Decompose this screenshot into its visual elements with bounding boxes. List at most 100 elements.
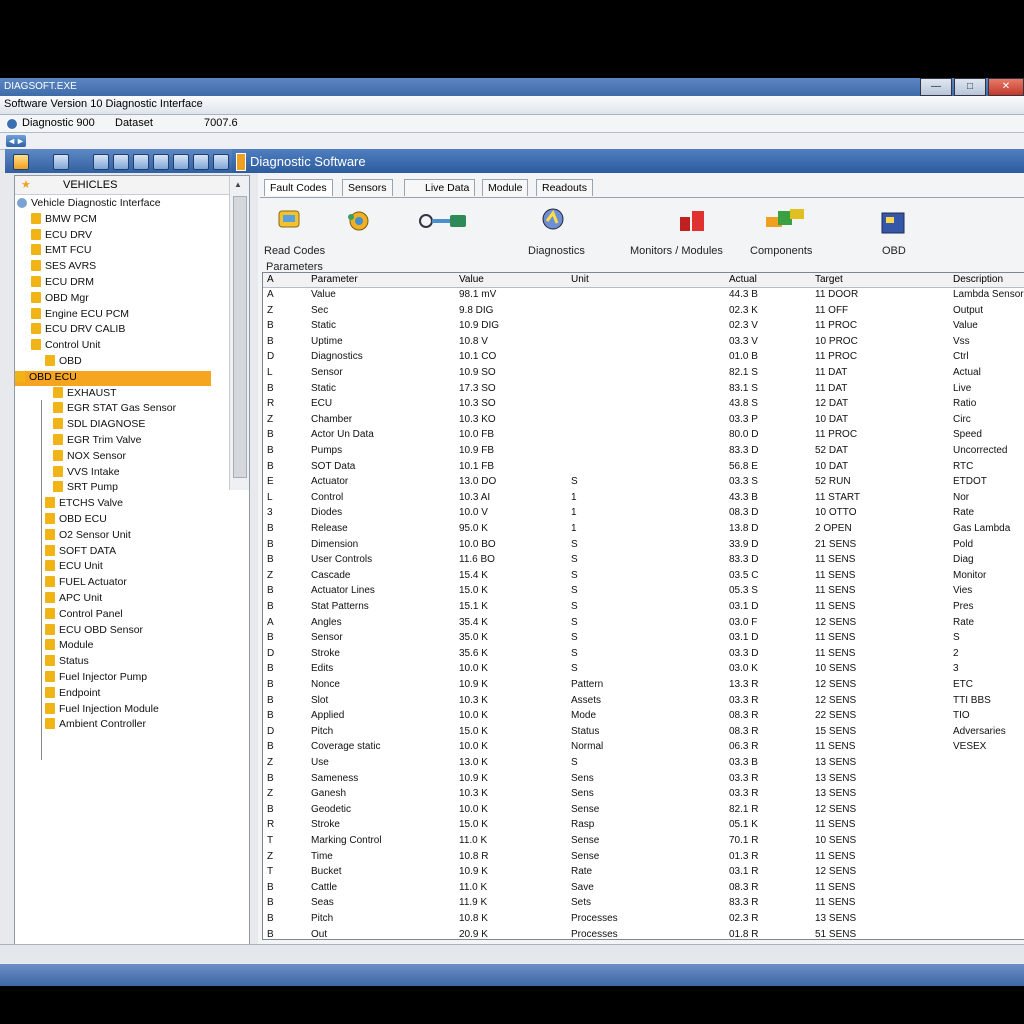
scan-tool-icon[interactable]: [276, 209, 306, 233]
tree-item[interactable]: BMW PCM: [31, 212, 97, 228]
table-row[interactable]: Z Time 10.8 R Sense 01.3 R 11 SENS: [263, 851, 1024, 865]
table-row[interactable]: Z Use 13.0 K S 03.3 B 13 SENS: [263, 757, 1024, 771]
tree-item[interactable]: Status: [45, 655, 89, 670]
tree-item[interactable]: EXHAUST: [53, 386, 117, 402]
tree-item[interactable]: Fuel Injector Pump: [45, 671, 147, 686]
table-row[interactable]: B Coverage static 10.0 K Normal 06.3 R 11 SEN…: [263, 741, 1024, 755]
tree-scrollbar[interactable]: ▲: [229, 176, 249, 490]
table-row[interactable]: D Stroke 35.6 K S 03.3 D 11 SENS 2: [263, 648, 1024, 662]
tree-item[interactable]: EGR Trim Valve: [53, 434, 141, 449]
tree-item[interactable]: Endpoint: [45, 686, 100, 702]
col-header-parameter[interactable]: Parameter: [311, 274, 358, 285]
tree-item[interactable]: ECU DRM: [31, 276, 94, 291]
tree-item[interactable]: ECU OBD Sensor: [45, 623, 143, 639]
diagnostics-tool-icon[interactable]: [538, 207, 568, 231]
table-row[interactable]: B User Controls 11.6 BO S 83.3 D 11 SENS Diag: [263, 554, 1024, 568]
table-row[interactable]: Z Sec 9.8 DIG 02.3 K 11 OFF Output: [263, 305, 1024, 319]
table-row[interactable]: B Pitch 10.8 K Processes 02.3 R 13 SENS: [263, 913, 1024, 927]
col-header-actual[interactable]: Actual: [729, 274, 757, 285]
tree-item[interactable]: Ambient Controller: [45, 718, 146, 733]
tree-item[interactable]: ECU Unit: [45, 560, 103, 575]
table-row[interactable]: D Diagnostics 10.1 CO 01.0 B 11 PROC Ctrl: [263, 351, 1024, 365]
col-header-description[interactable]: Description: [953, 274, 1003, 285]
table-row[interactable]: B Actor Un Data 10.0 FB 80.0 D 11 PROC Speed: [263, 429, 1024, 443]
table-row[interactable]: B Geodetic 10.0 K Sense 82.1 R 12 SENS: [263, 804, 1024, 818]
col-header-a[interactable]: A: [267, 274, 274, 285]
chart-tool-icon[interactable]: [678, 209, 708, 233]
tree-item[interactable]: SOFT DATA: [45, 544, 116, 560]
tree-item[interactable]: Control Panel: [45, 607, 123, 623]
tab-sensors[interactable]: Sensors: [342, 179, 393, 196]
tree-item[interactable]: Module: [45, 639, 93, 654]
table-row[interactable]: B Release 95.0 K 1 13.8 D 2 OPEN Gas Lambda: [263, 523, 1024, 537]
tree-item[interactable]: OBD ECU: [45, 513, 107, 528]
tree-item[interactable]: FUEL Actuator: [45, 576, 127, 591]
import-icon[interactable]: [173, 154, 189, 170]
print-icon[interactable]: [133, 154, 149, 170]
table-row[interactable]: A Value 98.1 mV 44.3 B 11 DOOR Lambda Sensor: [263, 289, 1024, 303]
minimize-button[interactable]: —: [920, 78, 952, 96]
info-icon[interactable]: [213, 154, 229, 170]
table-row[interactable]: B Nonce 10.9 K Pattern 13.3 R 12 SENS ETC: [263, 679, 1024, 693]
table-row[interactable]: L Control 10.3 AI 1 43.3 B 11 START Nor: [263, 492, 1024, 506]
tree-item[interactable]: ETCHS Valve: [45, 497, 123, 512]
tree-item[interactable]: Control Unit: [31, 339, 100, 354]
tab-readouts[interactable]: Readouts: [536, 179, 593, 196]
table-row[interactable]: B Seas 11.9 K Sets 83.3 R 11 SENS: [263, 897, 1024, 911]
table-row[interactable]: E Actuator 13.0 DO S 03.3 S 52 RUN ETDOT: [263, 476, 1024, 490]
table-row[interactable]: B Stat Patterns 15.1 K S 03.1 D 11 SENS Pres: [263, 601, 1024, 615]
tab-module[interactable]: Module: [482, 179, 529, 196]
table-row[interactable]: B Cattle 11.0 K Save 08.3 R 11 SENS: [263, 882, 1024, 896]
search-icon[interactable]: [93, 154, 109, 170]
table-row[interactable]: T Marking Control 11.0 K Sense 70.1 R 10 SENS: [263, 835, 1024, 849]
connector-tool-icon[interactable]: [416, 209, 472, 233]
tree-item[interactable]: O2 Sensor Unit: [45, 528, 131, 544]
table-row[interactable]: B Edits 10.0 K S 03.0 K 10 SENS 3: [263, 663, 1024, 677]
gear-tool-icon[interactable]: [344, 209, 374, 233]
settings-icon[interactable]: [113, 154, 129, 170]
tree-item[interactable]: NOX Sensor: [53, 449, 126, 465]
table-row[interactable]: 3 Diodes 10.0 V 1 08.3 D 10 OTTO Rate: [263, 507, 1024, 521]
help-icon[interactable]: [193, 154, 209, 170]
tree-item[interactable]: Engine ECU PCM: [31, 307, 129, 323]
table-row[interactable]: B Dimension 10.0 BO S 33.9 D 21 SENS Pold: [263, 539, 1024, 553]
table-row[interactable]: B Pumps 10.9 FB 83.3 D 52 DAT Uncorrected: [263, 445, 1024, 459]
tree-item[interactable]: OBD Mgr: [31, 291, 89, 307]
close-button[interactable]: ✕: [988, 78, 1024, 96]
tree-item[interactable]: SES AVRS: [31, 260, 96, 275]
table-row[interactable]: B Static 17.3 SO 83.1 S 11 DAT Live: [263, 383, 1024, 397]
maximize-button[interactable]: □: [954, 78, 986, 96]
menu-item-dataset[interactable]: Dataset: [115, 117, 153, 129]
export-icon[interactable]: [153, 154, 169, 170]
table-row[interactable]: B Slot 10.3 K Assets 03.3 R 12 SENS TTI BBS: [263, 695, 1024, 709]
col-header-value[interactable]: Value: [459, 274, 484, 285]
table-row[interactable]: R Stroke 15.0 K Rasp 05.1 K 11 SENS: [263, 819, 1024, 833]
table-row[interactable]: A Angles 35.4 K S 03.0 F 12 SENS Rate: [263, 617, 1024, 631]
tab-live-data[interactable]: Live Data: [404, 179, 476, 196]
scroll-thumb[interactable]: [233, 196, 247, 478]
tree-item[interactable]: ECU DRV CALIB: [31, 323, 125, 338]
tree-item[interactable]: OBD ECU: [15, 370, 211, 386]
tree-item[interactable]: ECU DRV: [31, 228, 92, 244]
table-row[interactable]: D Pitch 15.0 K Status 08.3 R 15 SENS Adversari…: [263, 726, 1024, 740]
table-row[interactable]: B Actuator Lines 15.0 K S 05.3 S 11 SENS Vies: [263, 585, 1024, 599]
tree-item[interactable]: SDL DIAGNOSE: [53, 418, 145, 433]
parts-tool-icon[interactable]: [764, 207, 808, 231]
tree-item[interactable]: Fuel Injection Module: [45, 702, 159, 718]
tree-item[interactable]: APC Unit: [45, 592, 102, 607]
col-header-target[interactable]: Target: [815, 274, 843, 285]
tree-item[interactable]: OBD: [45, 355, 82, 370]
tree-item[interactable]: EGR STAT Gas Sensor: [53, 402, 176, 417]
table-row[interactable]: B Out 20.9 K Processes 01.8 R 51 SENS: [263, 929, 1024, 943]
tab-fault-codes[interactable]: Fault Codes: [264, 179, 333, 196]
table-row[interactable]: L Sensor 10.9 SO 82.1 S 11 DAT Actual: [263, 367, 1024, 381]
table-row[interactable]: Z Cascade 15.4 K S 03.5 C 11 SENS Monitor: [263, 570, 1024, 584]
tree-item[interactable]: EMT FCU: [31, 244, 91, 259]
obd-tool-icon[interactable]: [878, 211, 908, 235]
table-row[interactable]: Z Ganesh 10.3 K Sens 03.3 R 13 SENS: [263, 788, 1024, 802]
tree-item[interactable]: VVS Intake: [53, 465, 120, 481]
back-forward-button[interactable]: ◄►: [6, 135, 26, 147]
tree-item[interactable]: Vehicle Diagnostic Interface: [17, 197, 161, 212]
scroll-up-icon[interactable]: ▲: [234, 180, 242, 189]
menu-item-diagnostic[interactable]: Diagnostic 900: [22, 117, 95, 129]
